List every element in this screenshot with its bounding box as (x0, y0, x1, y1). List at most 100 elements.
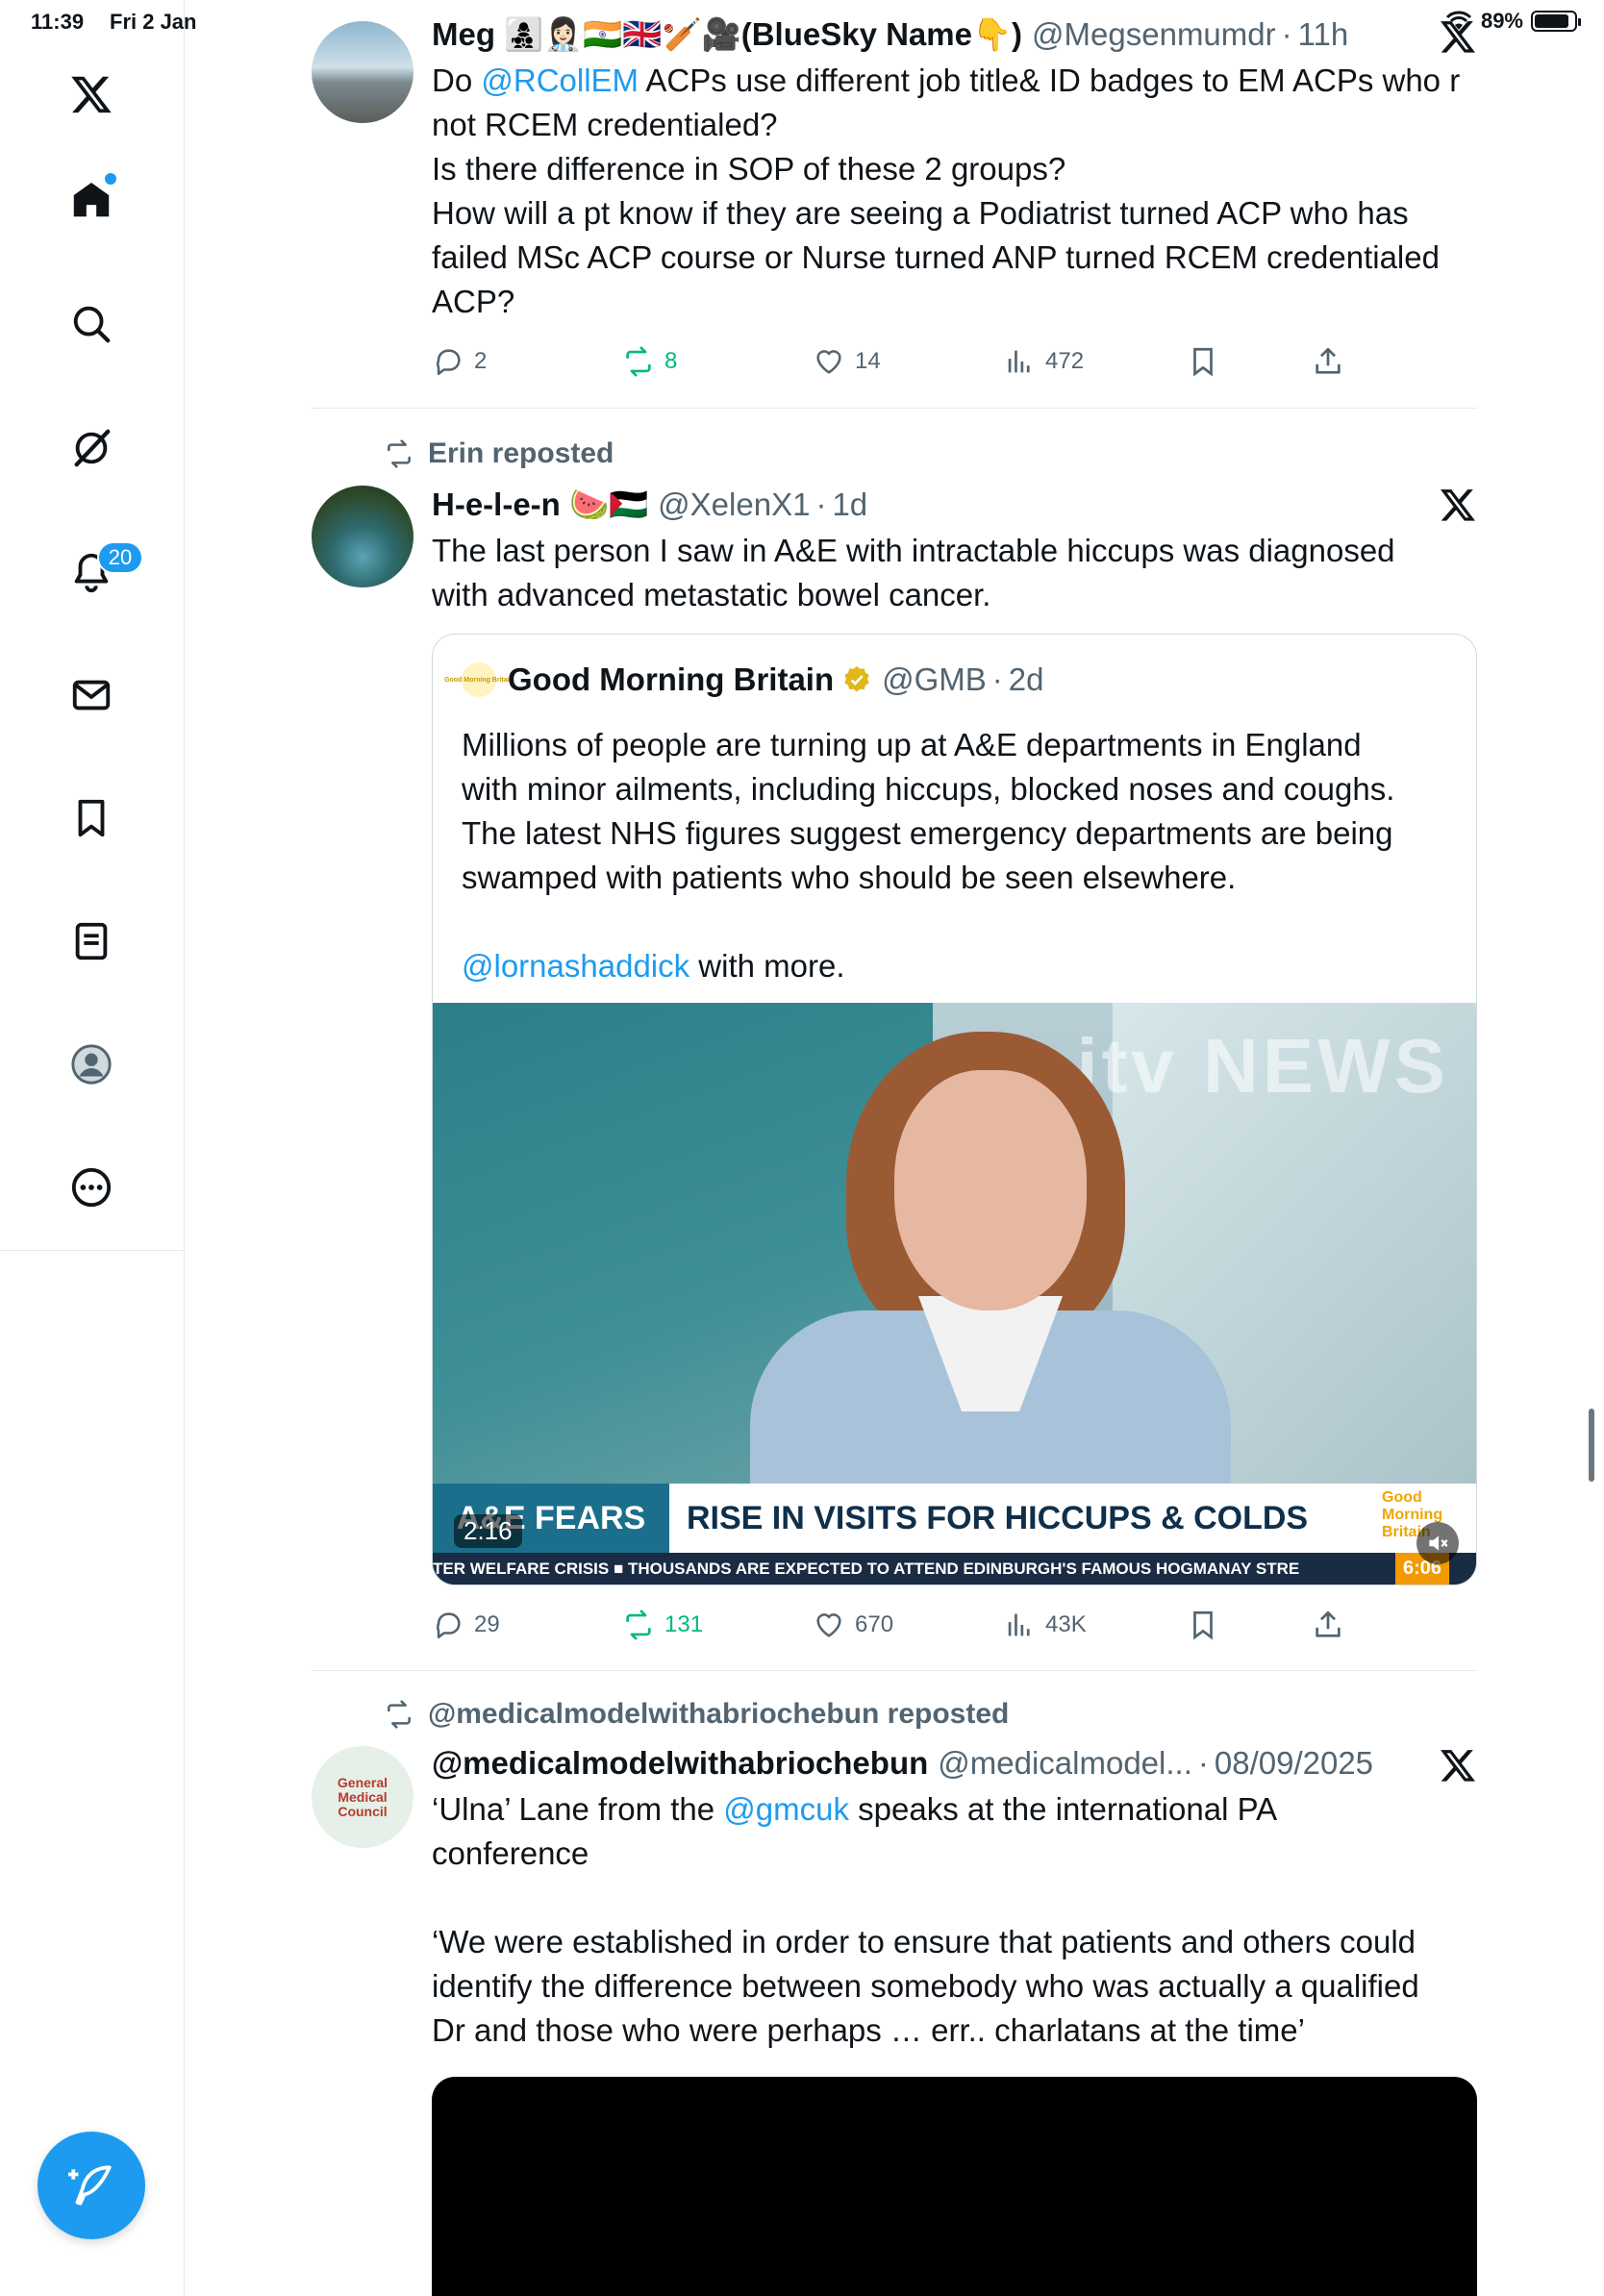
tweet[interactable]: Erin reposted H-e-l-e-n 🍉🇵🇸 @XelenX1 · 1… (312, 409, 1477, 1670)
handle[interactable]: @Megsenmumdr (1032, 15, 1276, 54)
tweet[interactable]: @medicalmodelwithabriochebun reposted Ge… (312, 1671, 1477, 2296)
bookmark-button[interactable] (1187, 345, 1219, 378)
repost-count: 8 (664, 348, 678, 374)
grok-icon[interactable] (53, 410, 130, 487)
sidebar: 20 (0, 0, 185, 2296)
gmb-logo[interactable]: Good Morning Britain (444, 662, 514, 697)
view-count: 43K (1045, 1611, 1087, 1637)
view-count: 472 (1045, 348, 1085, 374)
repost-button[interactable]: 131 (622, 1609, 703, 1641)
quote-header: Good Morning Britain Good Morning Britai… (444, 661, 1044, 698)
display-name[interactable]: H-e-l-e-n 🍉🇵🇸 (432, 486, 648, 524)
battery-percent: 89% (1480, 9, 1523, 33)
quote-text: Millions of people are turning up at A&E… (462, 723, 1452, 988)
messages-icon[interactable] (53, 657, 130, 734)
like-count: 14 (855, 348, 881, 374)
x-source-icon (1441, 1750, 1475, 1782)
avatar[interactable] (312, 21, 414, 123)
repost-icon (626, 1610, 651, 1640)
dot-separator: · (1197, 1745, 1209, 1781)
compose-feather-icon (68, 2165, 112, 2206)
text-segment: Do (432, 62, 482, 98)
notifications-icon[interactable]: 20 (53, 534, 143, 611)
video-player[interactable]: itv NEWS A&E FEARS RISE IN VISITS FOR HI… (433, 1003, 1476, 1585)
views-icon (1008, 350, 1030, 373)
news-ticker: TER WELFARE CRISIS ■ THOUSANDS ARE EXPEC… (433, 1553, 1476, 1585)
dot-separator: · (1281, 16, 1292, 52)
x-source-icon (1441, 489, 1475, 521)
scroll-indicator[interactable] (1589, 1409, 1594, 1482)
bookmark-icon (1193, 347, 1213, 377)
bookmark-icon (1193, 1610, 1213, 1640)
handle[interactable]: @XelenX1 (658, 486, 810, 524)
x-logo-icon[interactable] (53, 56, 130, 133)
more-icon[interactable] (53, 1149, 130, 1226)
mention-link[interactable]: @lornashaddick (462, 948, 689, 984)
notifications-badge: 20 (97, 541, 143, 574)
display-name[interactable]: Meg 👩‍👧‍👦👩🏻‍⚕️🇮🇳🇬🇧🏏🎥(BlueSky Name👇) (432, 15, 1022, 54)
share-button[interactable] (1312, 345, 1344, 378)
reply-button[interactable]: 2 (432, 345, 487, 378)
timestamp[interactable]: 1d (832, 486, 867, 524)
avatar[interactable] (312, 486, 414, 587)
sidebar-divider (0, 1250, 185, 1251)
video-duration: 2:16 (454, 1514, 522, 1548)
search-icon[interactable] (53, 286, 130, 362)
tweet-content: Meg 👩‍👧‍👦👩🏻‍⚕️🇮🇳🇬🇧🏏🎥(BlueSky Name👇) @Meg… (432, 15, 1477, 324)
tweet-header: @medicalmodelwithabriochebun @medicalmod… (432, 1744, 1477, 1783)
verified-gold-icon (844, 666, 869, 692)
profile-icon[interactable] (53, 1026, 130, 1103)
repost-icon (388, 439, 411, 468)
text-segment: Millions of people are turning up at A&E… (462, 727, 1395, 895)
quote-timestamp[interactable]: 2d (1009, 661, 1044, 698)
mention-link[interactable]: @gmcuk (723, 1791, 849, 1827)
mention-link[interactable]: @RCollEM (481, 62, 639, 98)
repost-count: 131 (664, 1611, 704, 1637)
tweet-content: @medicalmodelwithabriochebun @medicalmod… (432, 1744, 1477, 2053)
compose-button[interactable] (38, 2132, 145, 2239)
share-button[interactable] (1312, 1609, 1344, 1641)
like-button[interactable]: 670 (813, 1609, 893, 1641)
tweet-text: The last person I saw in A&E with intrac… (432, 533, 1395, 612)
bookmarks-icon[interactable] (53, 780, 130, 857)
tweet-header: H-e-l-e-n 🍉🇵🇸 @XelenX1 · 1d (432, 486, 1477, 524)
presenter-face (894, 1070, 1087, 1310)
bookmark-button[interactable] (1187, 1609, 1219, 1641)
text-segment: speaks at the international PA conferenc… (432, 1791, 1419, 2048)
repost-icon (626, 346, 651, 377)
like-button[interactable]: 14 (813, 345, 881, 378)
quoted-tweet[interactable]: Good Morning Britain Good Morning Britai… (432, 634, 1477, 1585)
channel-watermark: itv NEWS (1076, 1023, 1449, 1109)
tweet-content: H-e-l-e-n 🍉🇵🇸 @XelenX1 · 1d The last per… (432, 486, 1477, 617)
video-player[interactable] (432, 2077, 1477, 2296)
reply-count: 29 (474, 1611, 500, 1637)
dot-separator: · (991, 661, 1003, 697)
home-unread-dot (105, 173, 116, 185)
dot-separator: · (815, 487, 827, 522)
tweet[interactable]: Meg 👩‍👧‍👦👩🏻‍⚕️🇮🇳🇬🇧🏏🎥(BlueSky Name👇) @Meg… (312, 0, 1477, 408)
repost-label[interactable]: @medicalmodelwithabriochebun reposted (428, 1698, 1009, 1731)
share-icon (1316, 1610, 1341, 1637)
timestamp[interactable]: 11h (1298, 15, 1349, 54)
avatar[interactable]: General Medical Council (312, 1746, 414, 1848)
reply-button[interactable]: 29 (432, 1609, 500, 1641)
reply-icon (437, 1612, 461, 1639)
timeline: Meg 👩‍👧‍👦👩🏻‍⚕️🇮🇳🇬🇧🏏🎥(BlueSky Name👇) @Meg… (312, 0, 1477, 2296)
views-icon (1008, 1613, 1030, 1636)
lists-icon[interactable] (53, 903, 130, 980)
timestamp[interactable]: 08/09/2025 (1215, 1744, 1373, 1783)
handle[interactable]: @medicalmodel... (938, 1744, 1192, 1783)
views-button[interactable]: 43K (1003, 1609, 1087, 1641)
display-name[interactable]: @medicalmodelwithabriochebun (432, 1744, 928, 1783)
home-icon[interactable] (53, 162, 130, 238)
quote-display-name[interactable]: Good Morning Britain (508, 661, 834, 698)
repost-indicator: Erin reposted (384, 437, 614, 470)
muted-speaker-icon (1429, 1535, 1448, 1551)
quote-handle[interactable]: @GMB (882, 661, 987, 698)
repost-button[interactable]: 8 (622, 345, 677, 378)
mute-button[interactable] (1416, 1522, 1459, 1564)
views-button[interactable]: 472 (1003, 345, 1084, 378)
strap-headline: RISE IN VISITS FOR HICCUPS & COLDS (669, 1484, 1372, 1553)
repost-label[interactable]: Erin reposted (428, 437, 614, 470)
tweet-actions: 29 131 670 43K (432, 1606, 1393, 1644)
